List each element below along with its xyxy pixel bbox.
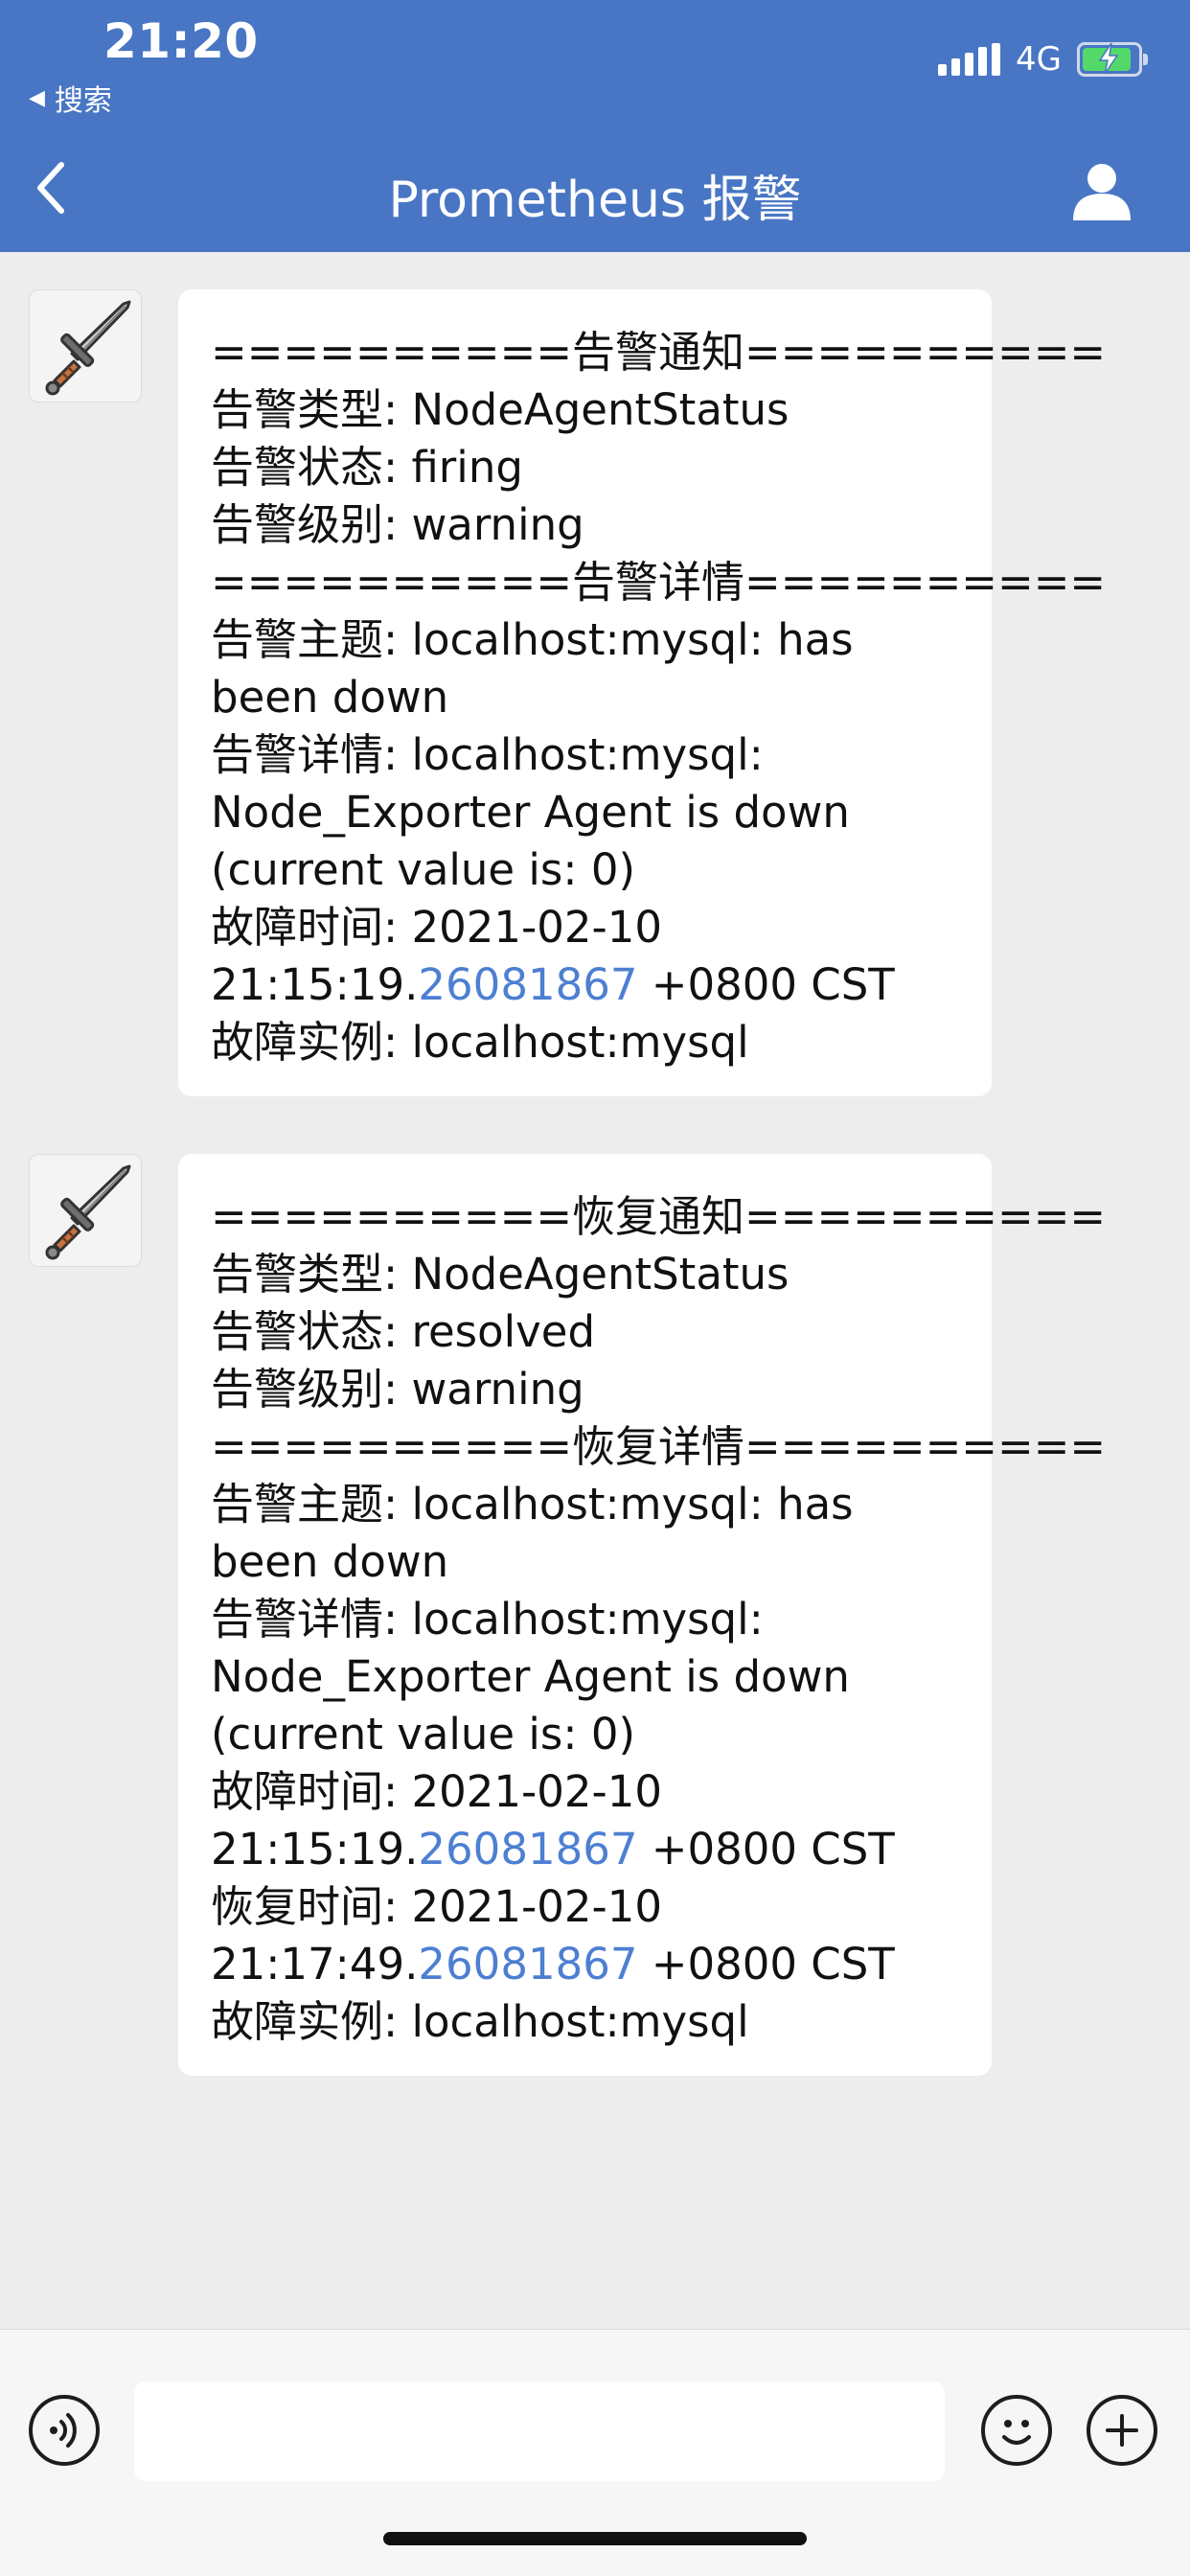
alert-level-line: 告警级别: warning (211, 499, 584, 550)
firing-header-line: ==========告警通知========== (211, 327, 1107, 378)
alert-type-line: 告警类型: NodeAgentStatus (211, 1249, 790, 1300)
alert-type-line: 告警类型: NodeAgentStatus (211, 384, 790, 435)
alert-status-line: 告警状态: firing (211, 442, 523, 493)
fault-time-label: 故障时间: 2021-02-10 (211, 1766, 662, 1817)
profile-icon[interactable] (1071, 161, 1133, 220)
back-triangle-icon: ◀ (29, 85, 45, 110)
network-type: 4G (1016, 40, 1062, 79)
fault-time-phone-link[interactable]: 26081867 (418, 959, 637, 1010)
voice-button[interactable] (29, 2395, 100, 2466)
alert-subject-line: 告警主题: localhost:mysql: has been down (211, 614, 854, 723)
sword-icon (45, 300, 131, 396)
chat-title: Prometheus 报警 (388, 172, 802, 229)
recover-time-suffix: +0800 CST (637, 1939, 895, 1990)
fault-time-phone-link[interactable]: 26081867 (418, 1824, 637, 1874)
recover-time-label: 恢复时间: 2021-02-10 (211, 1881, 662, 1932)
recovery-message-bubble[interactable]: ==========恢复通知========== 告警类型: NodeAgent… (178, 1154, 1107, 2076)
recover-time-prefix: 21:17:49. (211, 1939, 419, 1990)
voice-icon (50, 2413, 77, 2448)
signal-icon (938, 43, 1001, 76)
chat-screen: 21:20 ◀ 搜索 4G Prometheus 报警 ==========告警… (0, 0, 1190, 2576)
plus-icon (1106, 2414, 1138, 2447)
fault-time-prefix: 21:15:19. (211, 1824, 419, 1874)
alert-detail-line: 告警详情: localhost:mysql: Node_Exporter Age… (211, 729, 850, 895)
recovery-header-line: ==========恢复通知========== (211, 1191, 1107, 1242)
fault-time-prefix: 21:15:19. (211, 959, 419, 1010)
battery-icon (1077, 42, 1148, 77)
sword-icon (45, 1164, 131, 1260)
recover-time-value: 21:17:49.26081867 +0800 CST (211, 1936, 969, 1993)
home-indicator[interactable] (383, 2532, 807, 2545)
fault-instance-line: 故障实例: localhost:mysql (211, 1996, 749, 2047)
back-to-app[interactable]: ◀ 搜索 (29, 77, 112, 119)
fault-time-suffix: +0800 CST (637, 959, 895, 1010)
alert-status-line: 告警状态: resolved (211, 1306, 596, 1357)
more-button[interactable] (1087, 2395, 1157, 2466)
recovery-details-header-line: ==========恢复详情========== (211, 1421, 1107, 1472)
status-indicators: 4G (938, 40, 1148, 79)
status-time: 21:20 (103, 13, 259, 69)
alert-detail-line: 告警详情: localhost:mysql: Node_Exporter Age… (211, 1594, 850, 1760)
fault-time-suffix: +0800 CST (637, 1824, 895, 1874)
alert-message-bubble[interactable]: ==========告警通知========== 告警类型: NodeAgent… (178, 289, 1107, 1096)
header: 21:20 ◀ 搜索 4G Prometheus 报警 (0, 0, 1190, 252)
details-header-line: ==========告警详情========== (211, 557, 1107, 608)
sender-avatar[interactable] (29, 1154, 142, 1267)
emoji-button[interactable] (981, 2395, 1052, 2466)
emoji-icon (1002, 2420, 1031, 2445)
fault-instance-line: 故障实例: localhost:mysql (211, 1017, 749, 1068)
recover-time-phone-link[interactable]: 26081867 (418, 1939, 637, 1990)
fault-time-value: 21:15:19.26081867 +0800 CST (211, 956, 969, 1014)
sender-avatar[interactable] (29, 289, 142, 402)
alert-subject-line: 告警主题: localhost:mysql: has been down (211, 1479, 854, 1587)
fault-time-label: 故障时间: 2021-02-10 (211, 902, 662, 953)
alert-level-line: 告警级别: warning (211, 1364, 584, 1414)
fault-time-value: 21:15:19.26081867 +0800 CST (211, 1821, 969, 1878)
back-app-label: 搜索 (54, 84, 112, 118)
message-input[interactable] (134, 2381, 945, 2481)
